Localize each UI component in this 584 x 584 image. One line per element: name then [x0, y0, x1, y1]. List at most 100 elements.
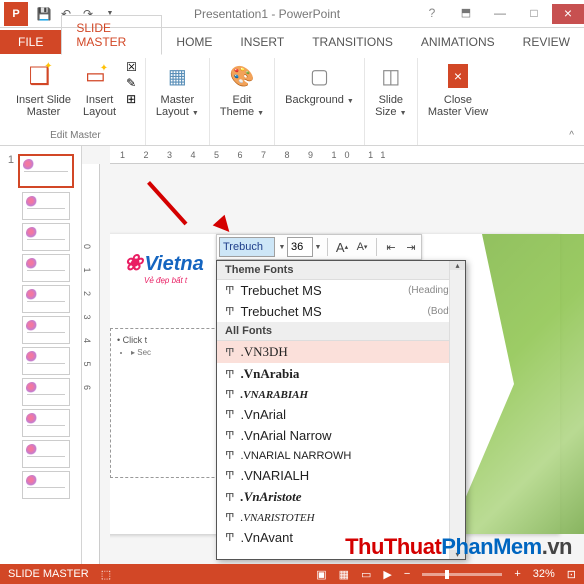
layout-thumbnail[interactable] [22, 285, 70, 313]
master-layout-button[interactable]: ▦ Master Layout ▼ [152, 58, 203, 122]
font-size-dropdown-button[interactable]: ▼ [313, 244, 323, 251]
background-button[interactable]: ▢ Background ▼ [281, 58, 358, 110]
view-slideshow-button[interactable]: ▶ [383, 568, 391, 581]
font-size-input[interactable] [287, 237, 313, 257]
dropdown-scrollbar[interactable] [449, 261, 465, 559]
tab-transitions[interactable]: TRANSITIONS [298, 30, 407, 54]
truetype-icon: Ͳ [225, 491, 234, 504]
master-layout-icon: ▦ [161, 60, 193, 92]
annotation-arrow [176, 176, 236, 236]
font-option[interactable]: Ͳ.VNARABIAH [217, 385, 465, 404]
zoom-out-button[interactable]: − [404, 568, 410, 580]
slide-editor: 1 2 3 4 5 6 7 8 9 10 11 0 1 2 3 4 5 6 ▼ … [82, 146, 584, 564]
rename-icon[interactable]: ✎ [126, 76, 136, 90]
zoom-slider[interactable] [422, 573, 502, 576]
layout-thumbnail[interactable] [22, 471, 70, 499]
ribbon-group-close: × Close Master View [418, 58, 498, 145]
insert-layout-icon: ▭✦ [84, 60, 116, 92]
font-option[interactable]: Ͳ.VNARIALH [217, 465, 465, 486]
slide-thumbnail-panel: 1 [0, 146, 82, 564]
help-button[interactable]: ? [416, 4, 448, 24]
canvas[interactable]: ▼ ▼ A▴ A▾ ⇤ ⇥ Theme Fonts ͲTrebuchet MS(… [110, 164, 584, 564]
layout-thumbnail[interactable] [22, 409, 70, 437]
tab-home[interactable]: HOME [162, 30, 226, 54]
dropdown-header-theme: Theme Fonts [217, 261, 465, 280]
layout-thumbnail[interactable] [22, 254, 70, 282]
delete-icon[interactable]: ☒ [126, 60, 137, 74]
edit-theme-button[interactable]: 🎨 Edit Theme ▼ [216, 58, 268, 122]
truetype-icon: Ͳ [225, 305, 234, 318]
font-option[interactable]: Ͳ.VnArial Narrow [217, 425, 465, 446]
status-bar: SLIDE MASTER ⬚ ▣ ▦ ▭ ▶ − + 32% ⊡ [0, 564, 584, 584]
collapse-ribbon-button[interactable]: ^ [565, 126, 578, 145]
app-icon: P [4, 2, 28, 26]
ribbon-group-size: ◫ Slide Size ▼ [365, 58, 418, 145]
status-mode: SLIDE MASTER [8, 568, 89, 580]
insert-layout-button[interactable]: ▭✦ Insert Layout [79, 58, 120, 120]
slide-size-button[interactable]: ◫ Slide Size ▼ [371, 58, 411, 122]
close-master-view-button[interactable]: × Close Master View [424, 58, 492, 120]
truetype-icon: Ͳ [225, 368, 234, 381]
workspace: 1 1 2 3 4 5 6 7 8 9 10 11 0 1 2 3 4 5 6 … [0, 146, 584, 564]
status-language-icon[interactable]: ⬚ [101, 568, 111, 581]
grow-font-button[interactable]: A▴ [332, 237, 352, 257]
font-option[interactable]: Ͳ.VnArabia [217, 363, 465, 385]
layout-thumbnail[interactable] [22, 440, 70, 468]
font-option[interactable]: Ͳ.VN3DH [217, 341, 465, 363]
font-dropdown: Theme Fonts ͲTrebuchet MS(Headings) ͲTre… [216, 260, 466, 560]
insert-slide-master-icon: ❑✦ [28, 60, 60, 92]
font-option[interactable]: Ͳ.VNARIAL NARROWH [217, 446, 465, 465]
window-title: Presentation1 - PowerPoint [118, 7, 416, 21]
horizontal-ruler: 1 2 3 4 5 6 7 8 9 10 11 [110, 146, 584, 164]
tab-animations[interactable]: ANIMATIONS [407, 30, 509, 54]
background-icon: ▢ [303, 60, 335, 92]
increase-indent-button[interactable]: ⇥ [401, 237, 421, 257]
view-sorter-button[interactable]: ▦ [339, 568, 349, 581]
dropdown-header-all: All Fonts [217, 322, 465, 341]
zoom-level[interactable]: 32% [533, 568, 555, 580]
truetype-icon: Ͳ [225, 449, 234, 462]
font-option[interactable]: Ͳ.VnAristote [217, 486, 465, 508]
decrease-indent-button[interactable]: ⇤ [381, 237, 401, 257]
font-name-dropdown-button[interactable]: ▼ [277, 244, 287, 251]
truetype-icon: Ͳ [225, 346, 234, 359]
font-name-input[interactable] [219, 237, 275, 257]
layout-thumbnail[interactable] [22, 192, 70, 220]
close-button[interactable]: × [552, 4, 584, 24]
ribbon: ❑✦ Insert Slide Master ▭✦ Insert Layout … [0, 54, 584, 146]
font-option[interactable]: ͲTrebuchet MS(Headings) [217, 280, 465, 301]
vertical-ruler: 0 1 2 3 4 5 6 [82, 164, 100, 564]
fit-window-button[interactable]: ⊡ [567, 568, 576, 581]
tab-review[interactable]: REVIEW [509, 30, 584, 54]
layout-thumbnail[interactable] [22, 223, 70, 251]
layout-thumbnail[interactable] [22, 316, 70, 344]
shrink-font-button[interactable]: A▾ [352, 237, 372, 257]
font-option[interactable]: Ͳ.VNARISTOTEH [217, 508, 465, 527]
minimize-button[interactable]: — [484, 4, 516, 24]
tab-file[interactable]: FILE [0, 30, 61, 54]
mini-toolbar: ▼ ▼ A▴ A▾ ⇤ ⇥ [216, 234, 422, 260]
ribbon-group-background: ▢ Background ▼ [275, 58, 365, 145]
slide-logo: Vietna [124, 250, 204, 276]
zoom-in-button[interactable]: + [514, 568, 520, 580]
insert-slide-master-button[interactable]: ❑✦ Insert Slide Master [12, 58, 75, 120]
tab-slide-master[interactable]: SLIDE MASTER [61, 15, 162, 55]
ribbon-tabs: FILE SLIDE MASTER HOME INSERT TRANSITION… [0, 28, 584, 54]
tab-insert[interactable]: INSERT [226, 30, 298, 54]
layout-thumbnail[interactable] [22, 378, 70, 406]
master-thumbnail[interactable] [18, 154, 74, 188]
font-option[interactable]: Ͳ.VnArial [217, 404, 465, 425]
ribbon-options-button[interactable]: ⬒ [450, 4, 482, 24]
view-normal-button[interactable]: ▣ [316, 568, 326, 581]
truetype-icon: Ͳ [225, 284, 234, 297]
slide-decoration [450, 234, 584, 534]
save-icon[interactable]: 💾 [36, 6, 52, 22]
layout-thumbnail[interactable] [22, 347, 70, 375]
preserve-icon[interactable]: ⊞ [126, 92, 136, 106]
slide-size-icon: ◫ [375, 60, 407, 92]
window-controls: ? ⬒ — □ × [416, 4, 584, 24]
maximize-button[interactable]: □ [518, 4, 550, 24]
truetype-icon: Ͳ [225, 408, 234, 421]
font-option[interactable]: ͲTrebuchet MS(Body) [217, 301, 465, 322]
view-reading-button[interactable]: ▭ [361, 568, 371, 581]
